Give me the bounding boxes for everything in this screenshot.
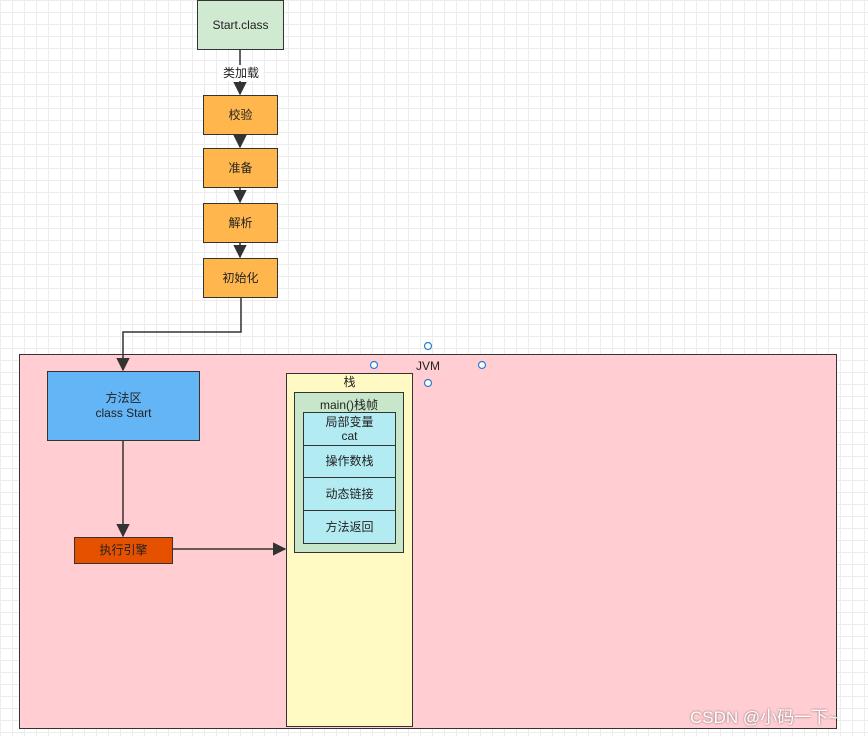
prepare-node[interactable]: 准备: [203, 148, 278, 188]
method-return-label: 方法返回: [325, 519, 374, 534]
resolve-node[interactable]: 解析: [203, 203, 278, 243]
operand-stack-label: 操作数栈: [325, 454, 374, 468]
load-label: 类加载: [218, 65, 264, 81]
selection-handle: [423, 378, 433, 388]
initialize-label: 初始化: [222, 270, 259, 285]
operand-stack-slot[interactable]: 操作数栈: [303, 445, 396, 478]
selection-handle: [369, 360, 379, 370]
main-stack-frame-title: main()栈帧: [319, 398, 378, 412]
verify-label: 校验: [228, 107, 253, 122]
method-area-class: class Start: [95, 406, 152, 420]
method-area-node[interactable]: 方法区 class Start: [47, 371, 200, 441]
method-return-slot[interactable]: 方法返回: [303, 510, 396, 544]
watermark: CSDN @小码一下~: [690, 708, 839, 727]
local-variable-cat: cat: [341, 429, 358, 443]
start-class-label: Start.class: [212, 17, 269, 32]
execution-engine-label: 执行引擎: [99, 543, 148, 557]
local-variables-label: 局部变量: [325, 415, 374, 429]
selection-handle: [423, 341, 433, 351]
arrow-init-to-method-area: [116, 297, 242, 372]
local-variables-slot[interactable]: 局部变量 cat: [303, 412, 396, 446]
verify-node[interactable]: 校验: [203, 95, 278, 135]
start-class-node[interactable]: Start.class: [197, 0, 284, 50]
stack-title: 栈: [343, 375, 356, 389]
selection-handle: [477, 360, 487, 370]
initialize-node[interactable]: 初始化: [203, 258, 278, 298]
execution-engine-node[interactable]: 执行引擎: [74, 537, 173, 564]
dynamic-link-label: 动态链接: [325, 486, 374, 501]
method-area-title: 方法区: [105, 391, 142, 405]
prepare-label: 准备: [228, 160, 253, 175]
dynamic-link-slot[interactable]: 动态链接: [303, 477, 396, 511]
jvm-title: JVM: [416, 358, 440, 373]
resolve-label: 解析: [228, 215, 253, 230]
